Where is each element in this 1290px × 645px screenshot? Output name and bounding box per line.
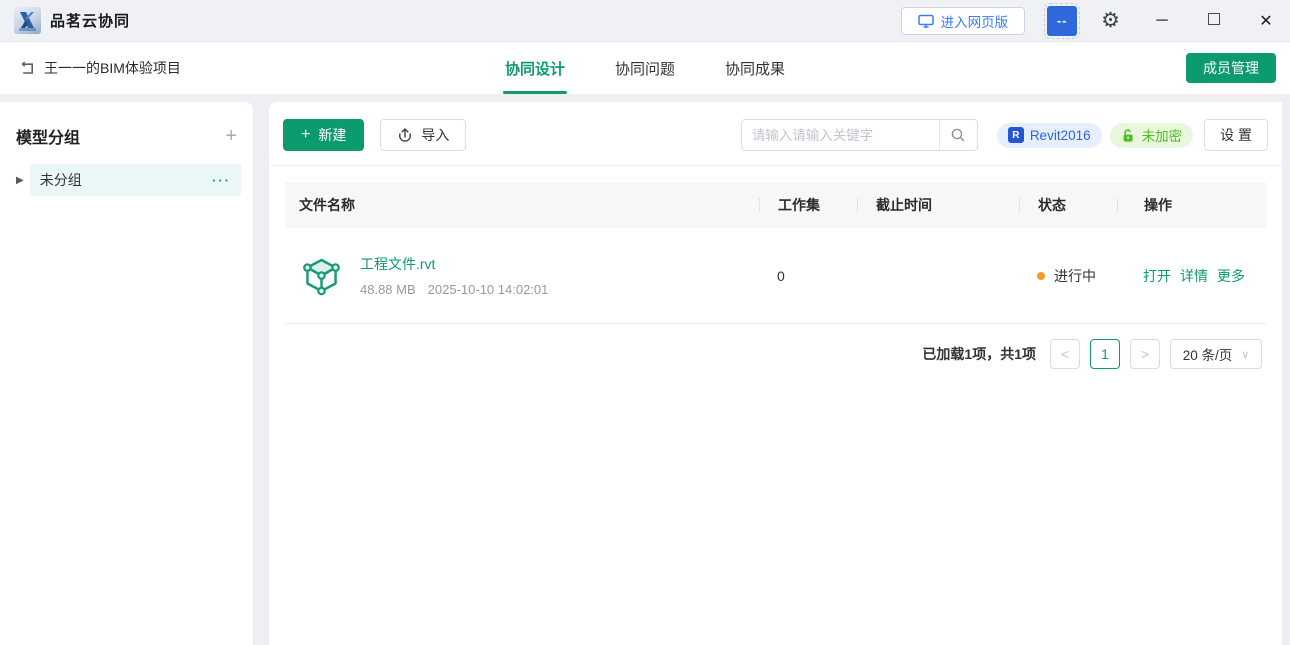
col-header-workset: 工作集 xyxy=(759,197,857,213)
col-header-filename: 文件名称 xyxy=(299,197,355,213)
search-box xyxy=(740,119,978,151)
search-button[interactable] xyxy=(938,120,977,150)
status-cell: 进行中 xyxy=(1019,266,1117,286)
col-header-actions: 操作 xyxy=(1117,197,1266,213)
prev-page-button[interactable]: < xyxy=(1050,339,1080,369)
project-breadcrumb[interactable]: 王一一的BIM体验项目 xyxy=(20,58,181,78)
sidebar-item-ungrouped[interactable]: 未分组 ··· xyxy=(29,164,241,196)
encryption-status-badge[interactable]: 未加密 xyxy=(1109,122,1194,148)
file-timestamp: 2025-10-10 14:02:01 xyxy=(427,282,549,297)
enter-web-version-button[interactable]: 进入网页版 xyxy=(900,6,1026,35)
revit-version-badge[interactable]: R Revit2016 xyxy=(996,122,1102,148)
model-cube-icon xyxy=(299,253,344,299)
page-body: 模型分组 + ▶ 未分组 ··· + 新建 导入 请输入请输入关键字 R Rev… xyxy=(0,94,1290,645)
details-action-link[interactable]: 详情 xyxy=(1180,266,1208,286)
group-label: 未分组 xyxy=(39,172,82,188)
group-more-icon[interactable]: ··· xyxy=(212,173,231,188)
file-table: 文件名称 工作集 截止时间 状态 操作 工程文件.rvt 48.88 MB 20… xyxy=(285,182,1266,369)
add-group-button[interactable]: + xyxy=(225,126,237,146)
file-size: 48.88 MB xyxy=(360,282,416,297)
status-dot-icon xyxy=(1037,271,1045,280)
table-header: 文件名称 工作集 截止时间 状态 操作 xyxy=(285,182,1266,228)
search-icon xyxy=(950,127,966,143)
window-maximize-button[interactable] xyxy=(1204,12,1224,30)
file-name-link[interactable]: 工程文件.rvt xyxy=(360,254,548,274)
pagination-summary: 已加载1项，共1项 xyxy=(922,346,1036,362)
app-logo-icon xyxy=(14,7,41,34)
list-settings-button[interactable]: 设 置 xyxy=(1204,119,1268,151)
page-1-button[interactable]: 1 xyxy=(1090,339,1120,369)
plus-icon: + xyxy=(301,126,311,143)
tab-bar: 协同设计 协同问题 协同成果 xyxy=(502,42,785,94)
title-bar: 品茗云协同 进入网页版 -- ⚙ ─ ✕ xyxy=(0,0,1290,42)
search-input[interactable] xyxy=(741,127,939,143)
file-meta: 48.88 MB 2025-10-10 14:02:01 xyxy=(360,282,548,297)
sidebar-title: 模型分组 xyxy=(16,130,81,147)
toolbar-divider xyxy=(269,165,1282,166)
upload-icon xyxy=(397,127,413,143)
new-file-button[interactable]: + 新建 xyxy=(283,119,365,151)
chevron-down-icon: ∨ xyxy=(1241,348,1250,361)
pagination: 已加载1项，共1项 < 1 > 20 条/页 ∨ xyxy=(285,339,1266,369)
project-bar: 王一一的BIM体验项目 协同设计 协同问题 协同成果 成员管理 xyxy=(0,42,1290,94)
tab-collab-design[interactable]: 协同设计 xyxy=(502,42,568,94)
table-row[interactable]: 工程文件.rvt 48.88 MB 2025-10-10 14:02:01 0 … xyxy=(285,228,1266,324)
maximize-icon xyxy=(1208,12,1220,25)
app-title: 品茗云协同 xyxy=(50,13,131,30)
window-minimize-button[interactable]: ─ xyxy=(1152,12,1172,30)
revit-icon: R xyxy=(1007,127,1024,143)
file-toolbar: + 新建 导入 请输入请输入关键字 R Revit2016 未加密 设 置 xyxy=(283,102,1268,165)
next-page-button[interactable]: > xyxy=(1130,339,1160,369)
main-panel: + 新建 导入 请输入请输入关键字 R Revit2016 未加密 设 置 文件… xyxy=(269,102,1282,645)
monitor-icon xyxy=(917,14,934,28)
workset-count: 0 xyxy=(777,267,785,284)
tab-collab-issues[interactable]: 协同问题 xyxy=(615,42,675,94)
user-avatar[interactable]: -- xyxy=(1044,2,1081,39)
status-badge: 进行中 xyxy=(1054,267,1096,284)
row-actions: 打开 详情 更多 xyxy=(1117,266,1266,286)
tab-collab-results[interactable]: 协同成果 xyxy=(725,42,785,94)
page-size-select[interactable]: 20 条/页 ∨ xyxy=(1170,339,1262,369)
group-tree-row: ▶ 未分组 ··· xyxy=(16,164,241,196)
member-management-button[interactable]: 成员管理 xyxy=(1186,53,1276,83)
more-action-link[interactable]: 更多 xyxy=(1217,266,1245,286)
import-button[interactable]: 导入 xyxy=(380,119,467,151)
settings-gear-icon[interactable]: ⚙ xyxy=(1101,10,1120,31)
open-action-link[interactable]: 打开 xyxy=(1143,266,1171,286)
expand-arrow-icon[interactable]: ▶ xyxy=(16,175,24,186)
project-name: 王一一的BIM体验项目 xyxy=(44,60,181,76)
model-group-sidebar: 模型分组 + ▶ 未分组 ··· xyxy=(0,102,253,645)
col-header-status: 状态 xyxy=(1019,197,1117,213)
col-header-deadline: 截止时间 xyxy=(857,197,1019,213)
unlocked-padlock-icon xyxy=(1121,128,1136,143)
back-icon[interactable] xyxy=(20,61,35,76)
window-close-button[interactable]: ✕ xyxy=(1256,11,1276,31)
